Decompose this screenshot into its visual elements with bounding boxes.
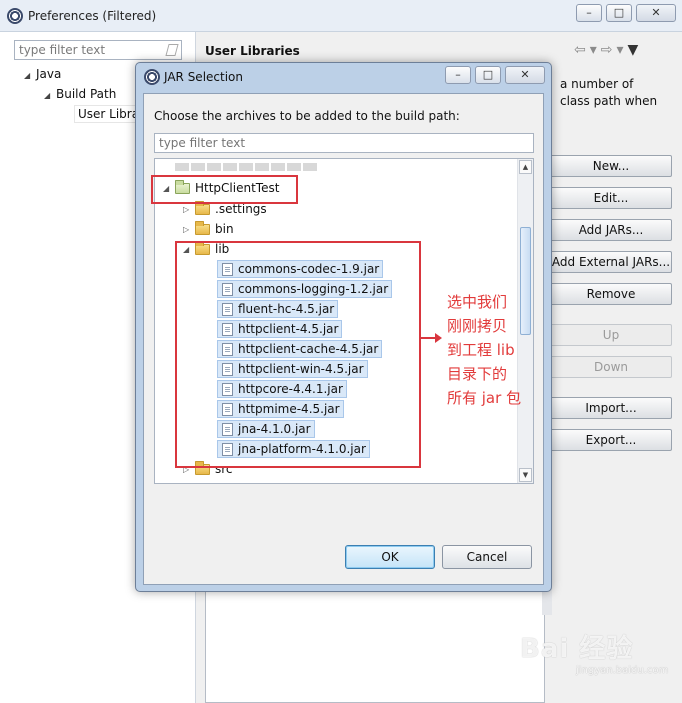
scroll-up-arrow-icon[interactable]: ▲ <box>519 160 532 174</box>
filter-placeholder: type filter text <box>19 43 106 57</box>
tree-item-user-libraries[interactable]: User Libra <box>74 105 144 123</box>
ok-button[interactable]: OK <box>345 545 435 569</box>
project-highlight-box <box>151 175 298 204</box>
dialog-title: JAR Selection <box>164 70 243 84</box>
dropdown-icon[interactable]: ▾ <box>617 42 628 58</box>
annotation-arrow-icon <box>420 333 442 343</box>
lib-highlight-box <box>175 241 421 468</box>
dialog-minimize-button[interactable]: – <box>445 66 471 84</box>
forward-arrow-icon[interactable]: ⇨ <box>601 42 617 58</box>
window-title: Preferences (Filtered) <box>28 9 157 23</box>
clear-filter-icon[interactable] <box>165 44 179 56</box>
edit-button[interactable]: Edit... <box>550 187 672 209</box>
page-title: User Libraries <box>205 44 300 58</box>
collapse-triangle-icon[interactable]: ◢ <box>44 91 56 100</box>
tree-node-bin[interactable]: ▷ bin <box>183 220 234 236</box>
blurred-workspace-row <box>175 163 317 173</box>
collapsed-triangle-icon[interactable]: ▷ <box>183 225 195 234</box>
folder-icon <box>195 220 210 235</box>
dialog-instruction: Choose the archives to be added to the b… <box>154 109 460 123</box>
close-button[interactable]: ✕ <box>636 4 676 22</box>
eclipse-icon <box>7 8 23 24</box>
tree-item-java[interactable]: ◢ Java <box>24 67 61 81</box>
back-arrow-icon[interactable]: ⇦ <box>574 42 590 58</box>
baidu-jingyan-watermark: Bai 经验 jingyan.baidu.com <box>520 634 669 676</box>
dialog-window-controls: – □ ✕ <box>445 66 545 84</box>
folder-icon <box>195 200 210 215</box>
add-external-jars-button[interactable]: Add External JARs... <box>550 251 672 273</box>
maximize-button[interactable]: □ <box>606 4 632 22</box>
export-button[interactable]: Export... <box>550 429 672 451</box>
collapsed-triangle-icon[interactable]: ▷ <box>183 205 195 214</box>
view-menu-icon[interactable]: ▼ <box>628 42 643 58</box>
dropdown-icon[interactable]: ▾ <box>590 42 601 58</box>
dialog-close-button[interactable]: ✕ <box>505 66 545 84</box>
tree-node-settings[interactable]: ▷ .settings <box>183 200 267 216</box>
annotation-note: 选中我们 刚刚拷贝 到工程 lib 目录下的 所有 jar 包 <box>447 293 522 407</box>
new-button[interactable]: New... <box>550 155 672 177</box>
minimize-button[interactable]: – <box>576 4 602 22</box>
dialog-filter-input[interactable] <box>154 133 534 153</box>
down-button[interactable]: Down <box>550 356 672 378</box>
add-jars-button[interactable]: Add JARs... <box>550 219 672 241</box>
remove-button[interactable]: Remove <box>550 283 672 305</box>
cancel-button[interactable]: Cancel <box>442 545 532 569</box>
history-nav: ⇦▾⇨▾▼ <box>574 42 642 58</box>
collapse-triangle-icon[interactable]: ◢ <box>24 71 36 80</box>
up-button[interactable]: Up <box>550 324 672 346</box>
tree-item-build-path[interactable]: ◢ Build Path <box>44 87 116 101</box>
dialog-maximize-button[interactable]: □ <box>475 66 501 84</box>
preferences-filter-input[interactable]: type filter text <box>14 40 182 60</box>
window-controls: – □ ✕ <box>576 4 676 22</box>
import-button[interactable]: Import... <box>550 397 672 419</box>
scroll-down-arrow-icon[interactable]: ▼ <box>519 468 532 482</box>
preferences-title-bar: Preferences (Filtered) – □ ✕ <box>0 0 682 32</box>
eclipse-icon <box>144 69 160 85</box>
dialog-title-bar: JAR Selection – □ ✕ <box>136 63 551 91</box>
page-description: a number of class path when <box>560 77 658 108</box>
